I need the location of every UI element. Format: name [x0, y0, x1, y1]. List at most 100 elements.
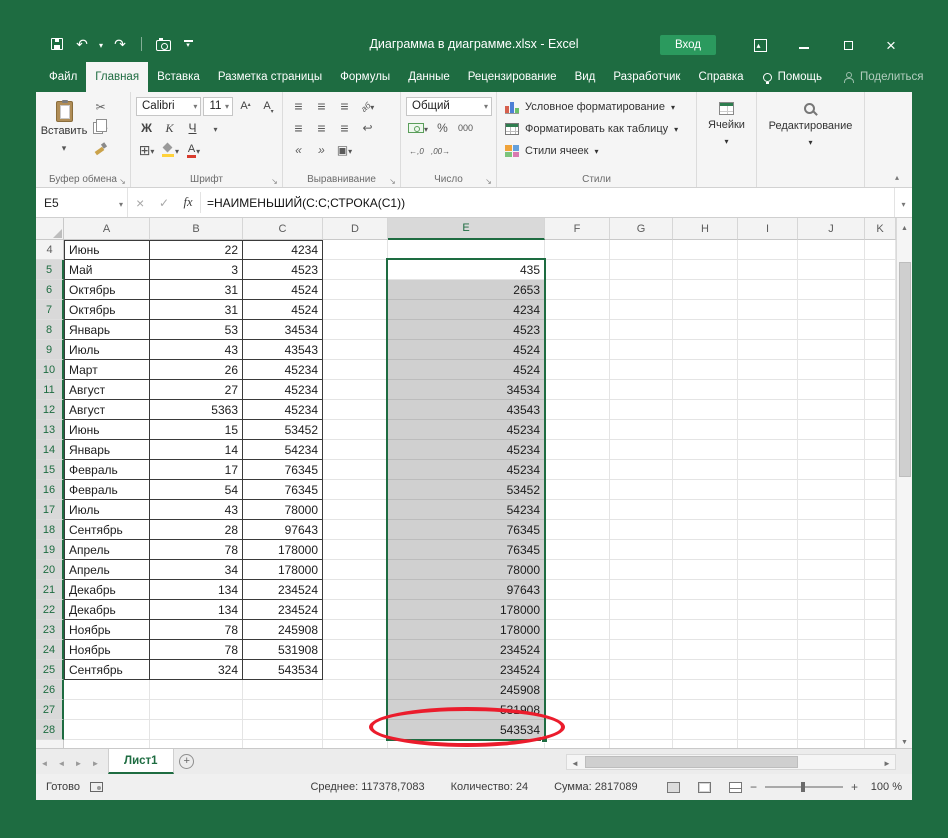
- row-header[interactable]: 27: [36, 700, 64, 720]
- ribbon-tab[interactable]: Рецензирование: [459, 62, 566, 92]
- zoom-out-button[interactable]: −: [750, 780, 757, 794]
- cell[interactable]: [865, 700, 896, 720]
- cancel-button[interactable]: [128, 188, 152, 217]
- qat-customize-button[interactable]: [177, 33, 199, 55]
- column-header[interactable]: D: [323, 218, 388, 240]
- cell[interactable]: [673, 720, 738, 740]
- cell[interactable]: [545, 420, 610, 440]
- cell[interactable]: [865, 500, 896, 520]
- row-header[interactable]: 10: [36, 360, 64, 380]
- cell[interactable]: [798, 320, 865, 340]
- cell[interactable]: [673, 340, 738, 360]
- vertical-scroll-track[interactable]: [897, 234, 913, 732]
- cell[interactable]: [738, 620, 798, 640]
- cell[interactable]: 34: [150, 560, 243, 580]
- cell[interactable]: [798, 400, 865, 420]
- ribbon-tab[interactable]: Формулы: [331, 62, 399, 92]
- cell[interactable]: 53452: [388, 480, 545, 500]
- cell[interactable]: [738, 720, 798, 740]
- cell[interactable]: 76345: [243, 480, 323, 500]
- cell[interactable]: Апрель: [64, 560, 150, 580]
- align-right-button[interactable]: [334, 118, 355, 139]
- row-header[interactable]: 11: [36, 380, 64, 400]
- cell[interactable]: [323, 580, 388, 600]
- cell[interactable]: [798, 720, 865, 740]
- cell[interactable]: [323, 480, 388, 500]
- paste-button[interactable]: Вставить: [41, 96, 87, 173]
- cell[interactable]: [545, 740, 610, 748]
- cell[interactable]: 245908: [388, 680, 545, 700]
- row-header[interactable]: 7: [36, 300, 64, 320]
- cell[interactable]: [150, 680, 243, 700]
- cell[interactable]: 324: [150, 660, 243, 680]
- cell[interactable]: Ноябрь: [64, 640, 150, 660]
- horizontal-scroll-track[interactable]: [583, 755, 879, 769]
- cell[interactable]: 4524: [388, 340, 545, 360]
- cell[interactable]: [673, 560, 738, 580]
- camera-button[interactable]: [152, 33, 174, 55]
- cell[interactable]: [610, 500, 673, 520]
- cell[interactable]: [865, 720, 896, 740]
- cell[interactable]: [323, 280, 388, 300]
- macro-record-button[interactable]: [89, 782, 103, 792]
- cell[interactable]: [323, 700, 388, 720]
- cell[interactable]: [673, 240, 738, 260]
- cell[interactable]: [545, 340, 610, 360]
- cell[interactable]: 78: [150, 540, 243, 560]
- cell[interactable]: Июнь: [64, 240, 150, 260]
- cell[interactable]: Февраль: [64, 480, 150, 500]
- cell[interactable]: [610, 240, 673, 260]
- conditional-formatting-button[interactable]: Условное форматирование: [497, 96, 696, 118]
- cell[interactable]: [323, 520, 388, 540]
- cell[interactable]: 4234: [388, 300, 545, 320]
- row-header[interactable]: 5: [36, 260, 64, 280]
- cell[interactable]: 43: [150, 500, 243, 520]
- row-header[interactable]: 8: [36, 320, 64, 340]
- cell[interactable]: [738, 360, 798, 380]
- row-header[interactable]: [36, 740, 64, 748]
- redo-button[interactable]: [109, 33, 131, 55]
- column-header[interactable]: C: [243, 218, 323, 240]
- cell[interactable]: [738, 440, 798, 460]
- cell[interactable]: [323, 340, 388, 360]
- cell[interactable]: [738, 420, 798, 440]
- cell[interactable]: [738, 580, 798, 600]
- cell[interactable]: [545, 720, 610, 740]
- cell[interactable]: [323, 560, 388, 580]
- cell[interactable]: [150, 700, 243, 720]
- cell[interactable]: [865, 540, 896, 560]
- cell[interactable]: 15: [150, 420, 243, 440]
- cell[interactable]: [243, 740, 323, 748]
- cell[interactable]: Декабрь: [64, 580, 150, 600]
- cell[interactable]: [865, 680, 896, 700]
- cell[interactable]: 45234: [388, 420, 545, 440]
- cell[interactable]: 178000: [243, 560, 323, 580]
- cell[interactable]: [673, 420, 738, 440]
- sheet-tab[interactable]: Лист1: [108, 749, 174, 774]
- maximize-button[interactable]: [826, 32, 870, 58]
- cell[interactable]: [673, 460, 738, 480]
- cell[interactable]: Февраль: [64, 460, 150, 480]
- bold-button[interactable]: Ж: [136, 118, 157, 139]
- cell[interactable]: 17: [150, 460, 243, 480]
- cell[interactable]: [64, 720, 150, 740]
- vertical-scrollbar[interactable]: [896, 218, 912, 748]
- font-color-button[interactable]: А: [183, 140, 204, 161]
- cell[interactable]: [798, 540, 865, 560]
- sheet-nav-last-button[interactable]: [87, 749, 104, 774]
- cell[interactable]: [865, 740, 896, 748]
- cell[interactable]: 531908: [243, 640, 323, 660]
- zoom-slider[interactable]: [764, 782, 843, 792]
- cell[interactable]: [673, 260, 738, 280]
- cell[interactable]: [798, 300, 865, 320]
- cell[interactable]: 76345: [243, 460, 323, 480]
- cell[interactable]: 43543: [388, 400, 545, 420]
- cell[interactable]: [610, 260, 673, 280]
- cell[interactable]: [150, 740, 243, 748]
- cell[interactable]: [323, 240, 388, 260]
- cell[interactable]: [738, 540, 798, 560]
- cell[interactable]: 54234: [243, 440, 323, 460]
- row-header[interactable]: 18: [36, 520, 64, 540]
- cell[interactable]: [610, 280, 673, 300]
- column-header[interactable]: F: [545, 218, 610, 240]
